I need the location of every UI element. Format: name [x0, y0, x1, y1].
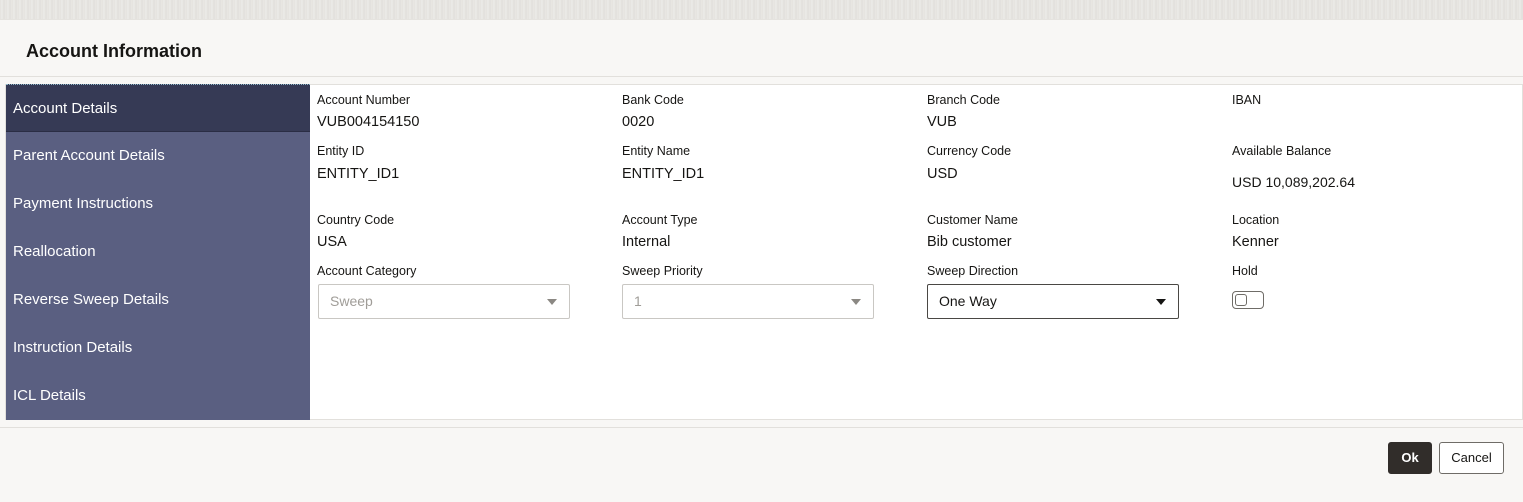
sweep-direction-selected-value: One Way — [939, 293, 997, 309]
account-category-selected-value: Sweep — [330, 293, 373, 309]
sidebar-item-account-details[interactable]: Account Details — [6, 84, 310, 132]
location-label: Location — [1232, 213, 1280, 227]
sidebar-item-icl-details[interactable]: ICL Details — [6, 372, 310, 420]
sidebar-item-label: Parent Account Details — [13, 147, 165, 164]
sidebar-item-reverse-sweep-details[interactable]: Reverse Sweep Details — [6, 276, 310, 324]
sidebar-item-label: Payment Instructions — [13, 195, 154, 212]
account-type-value: Internal — [622, 234, 671, 250]
currency-code-value: USD — [927, 166, 958, 182]
branch-code-label: Branch Code — [927, 93, 1000, 107]
currency-code-label: Currency Code — [927, 144, 1012, 158]
sidebar-item-reallocation[interactable]: Reallocation — [6, 228, 310, 276]
account-category-select: Sweep — [318, 284, 570, 319]
sweep-priority-select: 1 — [622, 284, 874, 319]
chevron-down-icon — [547, 299, 557, 305]
sidebar-nav: Account Details Parent Account Details P… — [6, 84, 310, 420]
iban-label: IBAN — [1232, 93, 1262, 107]
top-texture-band — [0, 0, 1523, 20]
toggle-knob — [1235, 294, 1247, 306]
sidebar-item-label: Reverse Sweep Details — [13, 291, 169, 308]
sidebar-item-parent-account-details[interactable]: Parent Account Details — [6, 132, 310, 180]
country-code-value: USA — [317, 234, 347, 250]
cancel-button[interactable]: Cancel — [1439, 442, 1504, 474]
available-balance-label: Available Balance — [1232, 144, 1332, 158]
bank-code-label: Bank Code — [622, 93, 684, 107]
entity-name-label: Entity Name — [622, 144, 691, 158]
chevron-down-icon — [851, 299, 861, 305]
hold-label: Hold — [1232, 264, 1258, 278]
ok-button[interactable]: Ok — [1388, 442, 1432, 474]
entity-name-value: ENTITY_ID1 — [622, 166, 705, 182]
sidebar-item-label: Reallocation — [13, 243, 96, 260]
bank-code-value: 0020 — [622, 114, 655, 130]
entity-id-value: ENTITY_ID1 — [317, 166, 400, 182]
chevron-down-icon — [1156, 299, 1166, 305]
sweep-priority-selected-value: 1 — [634, 293, 642, 309]
entity-id-label: Entity ID — [317, 144, 365, 158]
customer-name-label: Customer Name — [927, 213, 1018, 227]
sidebar-item-instruction-details[interactable]: Instruction Details — [6, 324, 310, 372]
account-category-label: Account Category — [317, 264, 417, 278]
sweep-direction-label: Sweep Direction — [927, 264, 1019, 278]
hold-toggle[interactable] — [1232, 291, 1264, 309]
available-balance-value: USD 10,089,202.64 — [1232, 174, 1355, 190]
account-number-value: VUB004154150 — [317, 114, 420, 130]
account-number-label: Account Number — [317, 93, 411, 107]
sidebar-item-label: Instruction Details — [13, 339, 133, 356]
footer-divider — [0, 427, 1523, 428]
location-value: Kenner — [1232, 234, 1279, 250]
country-code-label: Country Code — [317, 213, 395, 227]
sidebar-item-label: Account Details — [13, 100, 118, 117]
account-type-label: Account Type — [622, 213, 698, 227]
title-divider — [0, 76, 1523, 77]
sidebar-item-label: ICL Details — [13, 387, 86, 404]
sidebar-item-payment-instructions[interactable]: Payment Instructions — [6, 180, 310, 228]
dialog-title: Account Information — [26, 41, 202, 61]
sweep-direction-select[interactable]: One Way — [927, 284, 1179, 319]
customer-name-value: Bib customer — [927, 234, 1012, 250]
branch-code-value: VUB — [927, 114, 957, 130]
sweep-priority-label: Sweep Priority — [622, 264, 703, 278]
